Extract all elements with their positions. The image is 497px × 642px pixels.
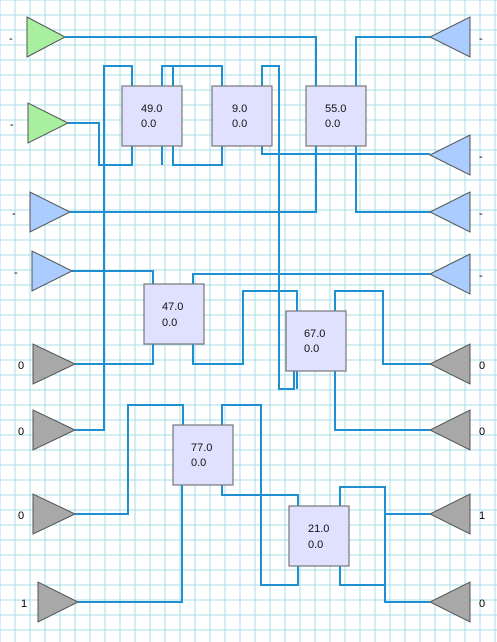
output-label: - <box>479 151 483 163</box>
input-label: - <box>9 33 13 45</box>
node-value: 47.0 <box>162 301 183 313</box>
input-label: - <box>14 267 18 279</box>
input-label: 0 <box>18 360 24 372</box>
node-value: 49.0 <box>141 103 162 115</box>
node-21[interactable]: 21.0 0.0 <box>288 505 350 567</box>
node-value: 21.0 <box>308 523 329 535</box>
node-67[interactable]: 67.0 0.0 <box>285 310 347 372</box>
node-sub-value: 0.0 <box>304 343 319 355</box>
node-sub-value: 0.0 <box>162 317 177 329</box>
node-55[interactable]: 55.0 0.0 <box>305 85 367 147</box>
node-sub-value: 0.0 <box>141 118 156 130</box>
input-label: - <box>12 208 16 220</box>
node-sub-value: 0.0 <box>232 118 247 130</box>
node-47[interactable]: 47.0 0.0 <box>143 283 205 345</box>
node-77[interactable]: 77.0 0.0 <box>172 424 234 486</box>
input-label: 1 <box>21 598 27 610</box>
output-label: - <box>479 33 483 45</box>
network-diagram: 49.0 0.0 9.0 0.0 55.0 0.0 47.0 0.0 67.0 … <box>0 0 497 642</box>
node-9[interactable]: 9.0 0.0 <box>211 85 273 147</box>
node-value: 55.0 <box>325 103 346 115</box>
output-label: 1 <box>479 510 485 522</box>
input-label: 0 <box>18 510 24 522</box>
output-label: 0 <box>479 360 485 372</box>
output-label: - <box>479 270 483 282</box>
node-value: 9.0 <box>232 103 247 115</box>
node-sub-value: 0.0 <box>308 539 323 551</box>
input-label: - <box>10 119 14 131</box>
node-value: 67.0 <box>304 328 325 340</box>
node-sub-value: 0.0 <box>325 118 340 130</box>
output-label: 0 <box>479 426 485 438</box>
node-value: 77.0 <box>191 442 212 454</box>
node-sub-value: 0.0 <box>191 457 206 469</box>
node-49[interactable]: 49.0 0.0 <box>121 85 183 147</box>
input-label: 0 <box>18 426 24 438</box>
output-label: 0 <box>479 598 485 610</box>
output-label: - <box>479 208 483 220</box>
